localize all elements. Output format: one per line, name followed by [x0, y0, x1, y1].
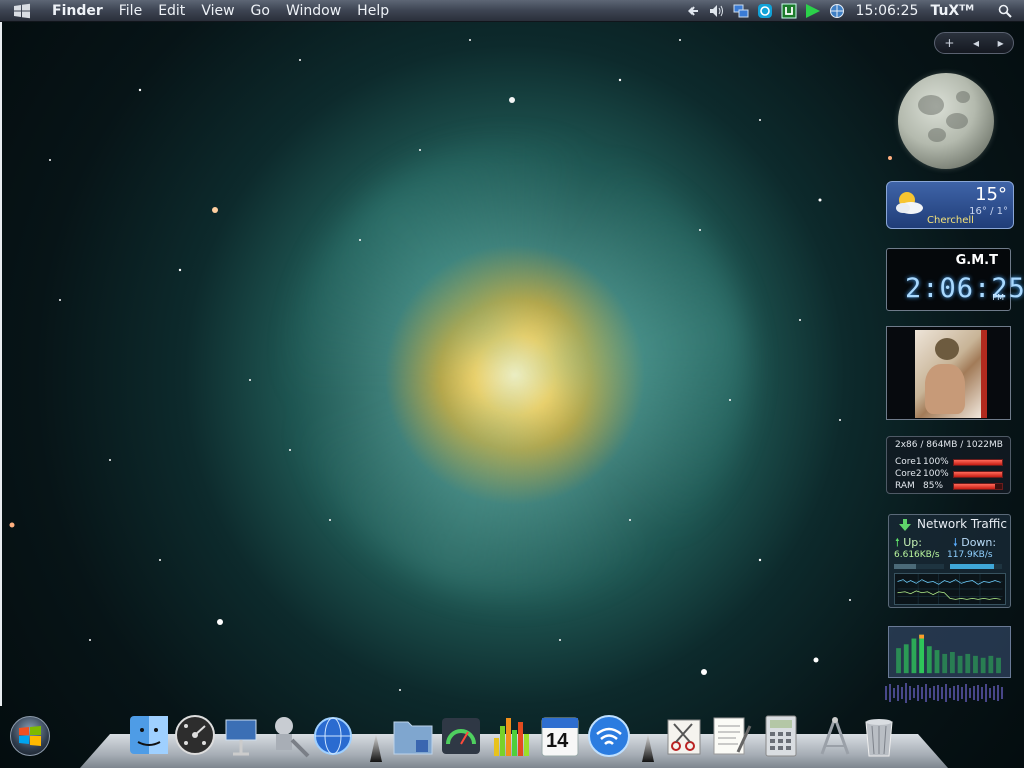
windows-flag-icon[interactable] [0, 0, 44, 22]
dock-separator [370, 734, 382, 762]
galaxy-swirl [290, 140, 750, 600]
moon-phase-widget[interactable] [898, 73, 994, 169]
windows-flag-icon [19, 726, 41, 746]
world-clock-widget[interactable]: G.M.T 2:06:25 PM [886, 248, 1024, 311]
instruments-icon[interactable] [812, 712, 858, 760]
network-title: Network Traffic [917, 517, 1007, 531]
ram-row: RAM 85% [895, 481, 1007, 491]
dock: 14 [90, 712, 940, 768]
add-widget-button[interactable]: + [944, 36, 954, 50]
row-label: Core2 [895, 469, 922, 479]
menu-view[interactable]: View [193, 0, 242, 22]
cpu-row: Core1 100% [895, 457, 1007, 467]
wifi-icon[interactable] [586, 712, 632, 760]
menu-edit[interactable]: Edit [150, 0, 193, 22]
usage-bar [953, 470, 1003, 478]
row-label: RAM [895, 481, 915, 491]
finder-icon[interactable] [126, 712, 172, 760]
textedit-icon[interactable] [708, 712, 754, 760]
next-widget-button[interactable]: ▸ [998, 36, 1004, 50]
system-summary: 2x86 / 864MB / 1022MB [895, 440, 1003, 450]
green-arrow-icon[interactable] [804, 3, 822, 19]
menu-go[interactable]: Go [243, 0, 278, 22]
menubar-status-area: 15:06:25 TuXᵀᴹ [684, 0, 1024, 22]
weather-city: Cherchell [927, 215, 974, 226]
row-percent: 100% [923, 469, 949, 479]
up-arrow-icon: 🠕 [895, 536, 900, 549]
utorrent-icon[interactable] [780, 3, 798, 19]
speedometer-icon[interactable] [438, 712, 484, 760]
usage-bar [953, 458, 1003, 466]
search-icon[interactable] [996, 3, 1014, 19]
skype-icon[interactable] [756, 3, 774, 19]
trash-icon[interactable] [856, 712, 902, 760]
network-icon [899, 519, 911, 531]
keynote-icon[interactable] [218, 712, 264, 760]
globe-icon[interactable] [828, 3, 846, 19]
row-percent: 100% [923, 457, 949, 467]
download-rate: 117.9KB/s [947, 550, 993, 560]
photo-edge [981, 330, 987, 418]
audio-equalizer-widget[interactable] [888, 626, 1011, 678]
cut-tool-icon[interactable] [662, 712, 708, 760]
upload-rate: 6.616KB/s [894, 550, 940, 560]
calendar-icon[interactable]: 14 [538, 712, 584, 760]
current-temperature: 15° [975, 184, 1007, 205]
row-percent: 85% [923, 481, 944, 491]
user-name[interactable]: TuXᵀᴹ [930, 3, 974, 19]
partly-cloudy-icon [896, 192, 923, 214]
folder-icon[interactable] [390, 712, 436, 760]
dock-separator [642, 734, 654, 762]
prev-widget-button[interactable]: ◂ [973, 36, 979, 50]
down-arrow-icon: 🠗 [953, 536, 958, 549]
back-arrow-icon[interactable] [684, 3, 702, 19]
timezone-label: G.M.T [955, 253, 998, 268]
calculator-icon[interactable] [758, 712, 804, 760]
calendar-day: 14 [546, 730, 569, 752]
audio-waveform [885, 683, 1003, 703]
network-icon[interactable] [732, 3, 750, 19]
photo-frame-widget[interactable] [886, 326, 1011, 420]
desktop-left-edge [0, 22, 2, 706]
volume-icon[interactable] [708, 3, 726, 19]
widget-control-bar: + ◂ ▸ [934, 32, 1014, 54]
photo-image [915, 330, 981, 418]
menu-window[interactable]: Window [278, 0, 349, 22]
start-button[interactable] [10, 716, 50, 756]
clock-digits: 2:06:25 [905, 273, 1024, 304]
menubar-clock[interactable]: 15:06:25 [856, 3, 919, 19]
weather-widget[interactable]: 15° 16° / 1° Cherchell [886, 181, 1014, 229]
itunes-globe-icon[interactable] [310, 712, 356, 760]
menu-file[interactable]: File [111, 0, 150, 22]
menu-bar: Finder File Edit View Go Window Help 15:… [0, 0, 1024, 22]
menu-help[interactable]: Help [349, 0, 397, 22]
usage-bar [953, 482, 1003, 490]
row-label: Core1 [895, 457, 922, 467]
traffic-graph [894, 573, 1006, 605]
temperature-range: 16° / 1° [969, 206, 1008, 217]
automator-icon[interactable] [264, 712, 310, 760]
stats-chart-icon[interactable] [488, 712, 534, 760]
ampm-indicator: PM [992, 293, 1004, 302]
dashboard-icon[interactable] [172, 712, 218, 760]
traffic-bars [894, 564, 1002, 569]
menu-finder[interactable]: Finder [44, 0, 111, 22]
network-traffic-widget[interactable]: Network Traffic 🠕 Up: 🠗 Down: 6.616KB/s … [888, 514, 1011, 608]
system-monitor-widget[interactable]: 2x86 / 864MB / 1022MB Core1 100% Core2 1… [886, 436, 1011, 494]
cpu-row: Core2 100% [895, 469, 1007, 479]
